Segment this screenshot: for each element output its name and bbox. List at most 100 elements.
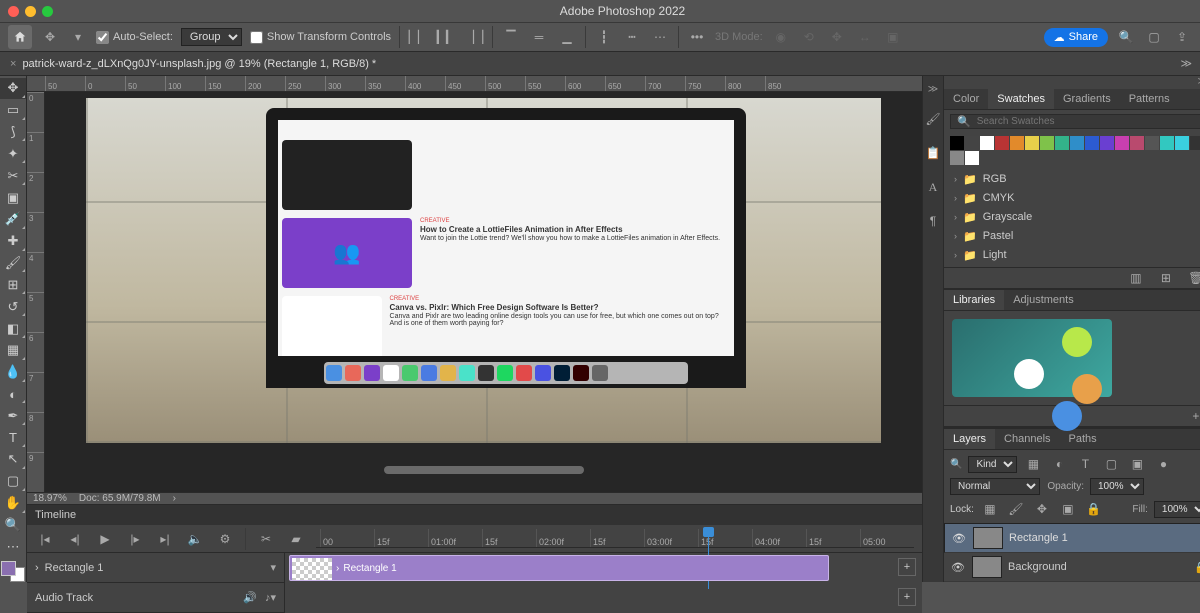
filter-type-icon[interactable]: T xyxy=(1075,454,1095,474)
more-align-icon[interactable]: ⋯ xyxy=(650,27,670,47)
lasso-tool[interactable]: ⟆ xyxy=(0,122,26,143)
swatch[interactable] xyxy=(1055,136,1069,150)
distribute-v-icon[interactable]: ┅ xyxy=(622,27,642,47)
swatch[interactable] xyxy=(1100,136,1114,150)
swatch[interactable] xyxy=(950,151,964,165)
lock-transparency-icon[interactable]: ▦ xyxy=(980,499,1000,519)
wand-tool[interactable]: ✦ xyxy=(0,143,26,164)
close-window-button[interactable] xyxy=(8,6,19,17)
eyedropper-tool[interactable]: 💉 xyxy=(0,209,26,230)
stamp-tool[interactable]: ⊞ xyxy=(0,274,26,295)
video-clip[interactable]: ›Rectangle 1 xyxy=(289,555,829,581)
3d-orbit-icon[interactable]: ◉ xyxy=(771,27,791,47)
type-tool[interactable]: T xyxy=(0,427,26,448)
filter-pixel-icon[interactable]: ▦ xyxy=(1023,454,1043,474)
fill-input[interactable]: 100% xyxy=(1154,501,1200,518)
tab-paths[interactable]: Paths xyxy=(1060,429,1106,449)
align-right-icon[interactable]: ▕▕ xyxy=(464,27,484,47)
rectangle-tool[interactable]: ▢ xyxy=(0,471,26,492)
tab-channels[interactable]: Channels xyxy=(995,429,1059,449)
swatch[interactable] xyxy=(1040,136,1054,150)
layer-name[interactable]: Background xyxy=(1008,561,1067,573)
add-audio-button[interactable]: + xyxy=(898,588,916,606)
swatch[interactable] xyxy=(1175,136,1189,150)
lock-all-icon[interactable]: 🔒 xyxy=(1084,499,1104,519)
workspace-icon[interactable]: ▢ xyxy=(1144,27,1164,47)
next-frame-button[interactable]: |▸ xyxy=(125,529,145,549)
swatch-folder[interactable]: ›📁Grayscale xyxy=(944,208,1200,227)
swatch[interactable] xyxy=(1070,136,1084,150)
align-center-h-icon[interactable]: ▎▎ xyxy=(436,27,456,47)
add-media-button[interactable]: + xyxy=(898,558,916,576)
music-icon[interactable]: ♪▾ xyxy=(265,591,276,604)
status-menu-icon[interactable]: › xyxy=(173,493,176,504)
filter-shape-icon[interactable]: ▢ xyxy=(1101,454,1121,474)
opacity-input[interactable]: 100% xyxy=(1090,478,1144,495)
play-button[interactable]: ▶ xyxy=(95,529,115,549)
swatch-folder[interactable]: ›📁RGB xyxy=(944,170,1200,189)
move-tool[interactable]: ✥ xyxy=(0,78,26,99)
more-options-icon[interactable]: ••• xyxy=(687,27,707,47)
hand-tool[interactable]: ✋ xyxy=(0,493,26,514)
horizontal-scrollbar[interactable] xyxy=(384,466,584,474)
tab-layers[interactable]: Layers xyxy=(944,429,995,449)
new-swatch-icon[interactable]: ⊞ xyxy=(1156,268,1176,288)
auto-select-checkbox[interactable]: Auto-Select: xyxy=(96,31,173,44)
layer-thumbnail[interactable] xyxy=(973,527,1003,549)
swatch[interactable] xyxy=(1145,136,1159,150)
align-bottom-icon[interactable]: ▁ xyxy=(557,27,577,47)
character-panel-icon[interactable]: A xyxy=(923,177,943,197)
mute-button[interactable]: 🔈 xyxy=(185,529,205,549)
swatch[interactable] xyxy=(965,136,979,150)
ruler-vertical[interactable]: 0123456789 xyxy=(27,92,45,492)
split-clip-button[interactable]: ✂ xyxy=(256,529,276,549)
3d-roll-icon[interactable]: ⟲ xyxy=(799,27,819,47)
blur-tool[interactable]: 💧 xyxy=(0,362,26,383)
distribute-h-icon[interactable]: ┇ xyxy=(594,27,614,47)
tab-overflow-icon[interactable]: ≫ xyxy=(1172,57,1200,70)
history-panel-icon[interactable]: 📋 xyxy=(923,143,943,163)
tab-gradients[interactable]: Gradients xyxy=(1054,89,1120,109)
swatch[interactable] xyxy=(1010,136,1024,150)
tool-preset-dropdown[interactable]: ▾ xyxy=(68,27,88,47)
timeline-settings-icon[interactable]: ⚙ xyxy=(215,529,235,549)
align-middle-v-icon[interactable]: ═ xyxy=(529,27,549,47)
blend-mode-select[interactable]: Normal xyxy=(950,478,1040,495)
swatch[interactable] xyxy=(1160,136,1174,150)
document-tab[interactable]: × patrick-ward-z_dLXnQg0JY-unsplash.jpg … xyxy=(0,52,386,75)
audio-track-header[interactable]: Audio Track 🔊♪▾ xyxy=(27,583,284,613)
export-icon[interactable]: ⇪ xyxy=(1172,27,1192,47)
visibility-toggle-icon[interactable]: 👁 xyxy=(951,532,967,545)
swatch-folder[interactable]: ›📁Light xyxy=(944,246,1200,265)
swatch-folder[interactable]: ›📁Pastel xyxy=(944,227,1200,246)
tab-color[interactable]: Color xyxy=(944,89,988,109)
path-tool[interactable]: ↖ xyxy=(0,449,26,470)
frame-tool[interactable]: ▣ xyxy=(0,187,26,208)
lock-artboard-icon[interactable]: ▣ xyxy=(1058,499,1078,519)
minimize-window-button[interactable] xyxy=(25,6,36,17)
pen-tool[interactable]: ✒ xyxy=(0,405,26,426)
layer-name[interactable]: Rectangle 1 xyxy=(1009,532,1068,544)
brush-tool[interactable]: 🖌 xyxy=(0,253,26,274)
align-left-icon[interactable]: ▏▏ xyxy=(408,27,428,47)
filter-toggle-icon[interactable]: ● xyxy=(1153,454,1173,474)
heal-tool[interactable]: ✚ xyxy=(0,231,26,252)
add-library-icon[interactable]: + xyxy=(1186,406,1200,426)
ruler-horizontal[interactable]: 5005010015020025030035040045050055060065… xyxy=(27,76,922,92)
timeline-ruler[interactable]: 0015f01:00f15f02:00f15f03:00f15f04:00f15… xyxy=(316,529,914,548)
search-input[interactable] xyxy=(977,116,1200,127)
close-tab-icon[interactable]: × xyxy=(10,58,16,70)
video-track-header[interactable]: › Rectangle 1 ▾ xyxy=(27,553,284,583)
tab-libraries[interactable]: Libraries xyxy=(944,290,1004,310)
new-group-icon[interactable]: ▥ xyxy=(1126,268,1146,288)
chevron-right-icon[interactable]: ≫ xyxy=(928,84,938,95)
swatch[interactable] xyxy=(1085,136,1099,150)
eraser-tool[interactable]: ◧ xyxy=(0,318,26,339)
auto-select-target[interactable]: Group xyxy=(181,28,242,46)
3d-pan-icon[interactable]: ✥ xyxy=(827,27,847,47)
crop-tool[interactable]: ✂ xyxy=(0,165,26,186)
tab-patterns[interactable]: Patterns xyxy=(1120,89,1179,109)
tab-swatches[interactable]: Swatches xyxy=(988,89,1054,109)
align-top-icon[interactable]: ▔ xyxy=(501,27,521,47)
home-button[interactable] xyxy=(8,25,32,49)
